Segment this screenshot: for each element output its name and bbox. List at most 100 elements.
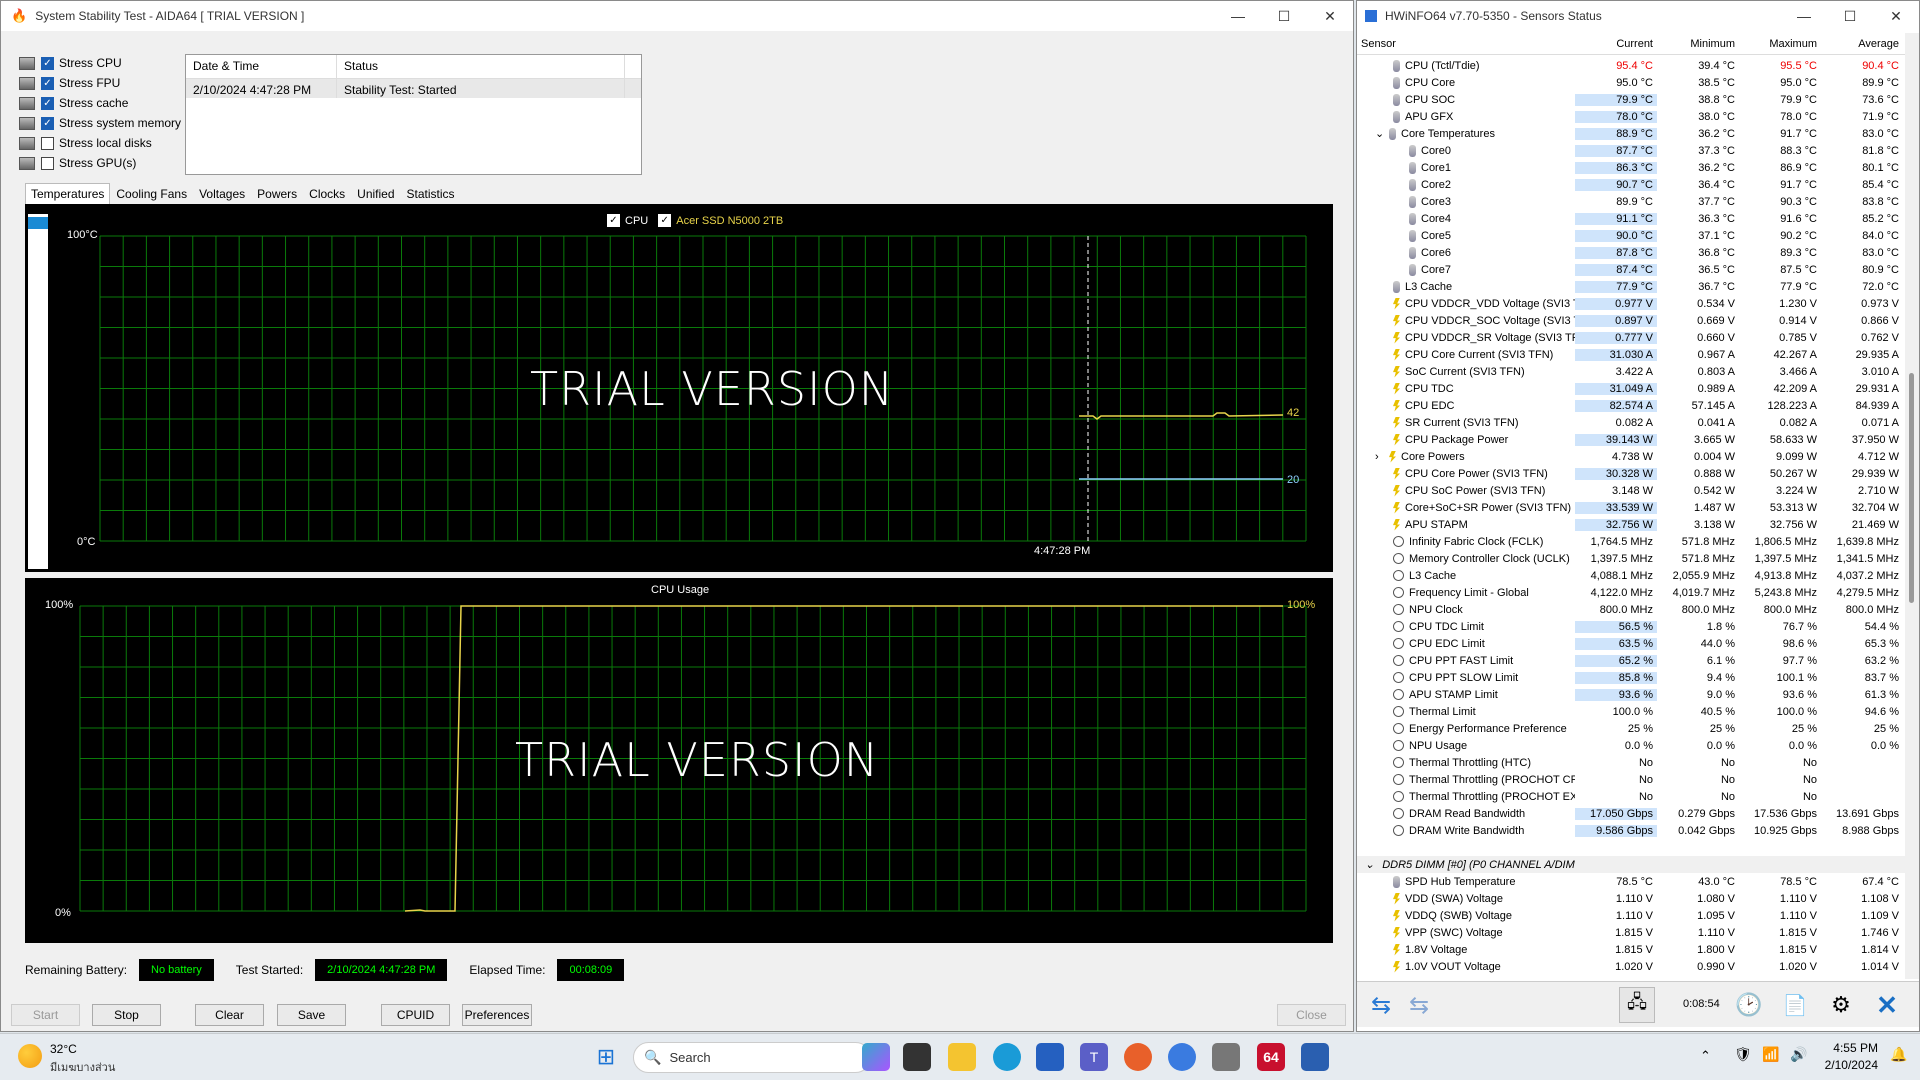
sensor-row[interactable]: APU GFX 78.0 °C 38.0 °C 78.0 °C 71.9 °C [1357,108,1907,125]
wifi-icon[interactable]: 📶 [1762,1046,1779,1063]
collapse-chevron-icon[interactable]: ⌄ [1375,127,1384,140]
hwinfo-taskbar-icon[interactable] [1301,1043,1329,1071]
expand-chevron-icon[interactable]: › [1375,451,1379,463]
stress-option[interactable]: Stress GPU(s) [19,153,181,173]
sensor-row[interactable]: CPU (Tctl/Tdie) 95.4 °C 39.4 °C 95.5 °C … [1357,57,1907,74]
exit-icon[interactable]: ✕ [1869,987,1905,1023]
col-status[interactable]: Status [337,55,625,78]
sensor-row[interactable] [1357,839,1907,856]
sensor-row[interactable]: VPP (SWC) Voltage 1.815 V 1.110 V 1.815 … [1357,924,1907,941]
sensor-row[interactable]: Core1 86.3 °C 36.2 °C 86.9 °C 80.1 °C [1357,159,1907,176]
store-icon[interactable] [1036,1043,1064,1071]
cpu-legend-checkbox[interactable]: ✓ [607,214,620,227]
copilot-icon[interactable] [862,1043,890,1071]
sensor-row[interactable]: Core6 87.8 °C 36.8 °C 89.3 °C 83.0 °C [1357,244,1907,261]
sensor-row[interactable]: CPU TDC 31.049 A 0.989 A 42.209 A 29.931… [1357,380,1907,397]
stress-checkbox[interactable]: ✓ [41,116,54,130]
network-icon[interactable]: 🖧 [1619,987,1655,1023]
col-current[interactable]: Current [1575,33,1657,54]
clock-time[interactable]: 4:55 PM [1832,1041,1878,1055]
sensor-row[interactable]: ⌄ Core Temperatures 88.9 °C 36.2 °C 91.7 … [1357,125,1907,142]
sensor-row[interactable]: CPU PPT FAST Limit 65.2 % 6.1 % 97.7 % 6… [1357,652,1907,669]
sensor-row[interactable]: Core2 90.7 °C 36.4 °C 91.7 °C 85.4 °C [1357,176,1907,193]
close-dialog-button[interactable]: Close [1277,1004,1346,1026]
sensor-row[interactable]: CPU VDDCR_SOC Voltage (SVI3 T... 0.897 V… [1357,312,1907,329]
app-icon[interactable] [1168,1043,1196,1071]
col-minimum[interactable]: Minimum [1657,33,1739,54]
tab-statistics[interactable]: Statistics [401,183,461,205]
close-button[interactable]: ✕ [1307,1,1353,31]
tab-unified[interactable]: Unified [351,183,400,205]
stress-option[interactable]: ✓ Stress cache [19,93,181,113]
minimize-button[interactable]: — [1215,1,1261,31]
taskbar-search[interactable]: 🔍 Search [633,1042,871,1073]
sensor-row[interactable]: Core4 91.1 °C 36.3 °C 91.6 °C 85.2 °C [1357,210,1907,227]
sensor-row[interactable]: SoC Current (SVI3 TFN) 3.422 A 0.803 A 3… [1357,363,1907,380]
sensor-row[interactable]: CPU SoC Power (SVI3 TFN) 3.148 W 0.542 W… [1357,482,1907,499]
sensor-row[interactable]: Thermal Limit 100.0 % 40.5 % 100.0 % 94.… [1357,703,1907,720]
sensor-row[interactable]: L3 Cache 77.9 °C 36.7 °C 77.9 °C 72.0 °C [1357,278,1907,295]
sensor-row[interactable]: CPU PPT SLOW Limit 85.8 % 9.4 % 100.1 % … [1357,669,1907,686]
settings-gear-icon[interactable]: ⚙ [1823,987,1859,1023]
clock-icon[interactable]: 🕑 [1731,987,1767,1023]
tab-voltages[interactable]: Voltages [193,183,251,205]
sensor-section-header[interactable]: ⌄ DDR5 DIMM [#0] (P0 CHANNEL A/DIMM 0) [1357,856,1907,873]
stress-option[interactable]: ✓ Stress system memory [19,113,181,133]
sensor-row[interactable]: Thermal Throttling (PROCHOT CPU) No No N… [1357,771,1907,788]
sensor-row[interactable]: CPU Core Power (SVI3 TFN) 30.328 W 0.888… [1357,465,1907,482]
wolf-app-icon[interactable] [1212,1043,1240,1071]
col-maximum[interactable]: Maximum [1739,33,1821,54]
stress-option[interactable]: ✓ Stress FPU [19,73,181,93]
windows-start-icon[interactable]: ⊞ [592,1043,620,1071]
tab-clocks[interactable]: Clocks [303,183,351,205]
tab-temperatures[interactable]: Temperatures [25,183,111,205]
sensor-row[interactable]: Core+SoC+SR Power (SVI3 TFN) 33.539 W 1.… [1357,499,1907,516]
notification-bell-icon[interactable]: 🔔 [1890,1046,1907,1063]
table-row[interactable]: 2/10/2024 4:47:28 PM Stability Test: Sta… [186,79,641,98]
edge-icon[interactable] [993,1043,1021,1071]
vertical-scrollbar[interactable] [1905,33,1919,979]
tray-chevron-icon[interactable]: ⌃ [1700,1048,1711,1064]
col-average[interactable]: Average [1821,33,1903,54]
stress-checkbox[interactable]: ✓ [41,76,54,90]
stress-checkbox[interactable] [41,156,54,170]
sensor-row[interactable]: CPU VDDCR_VDD Voltage (SVI3 T... 0.977 V… [1357,295,1907,312]
sensor-row[interactable]: CPU EDC Limit 63.5 % 44.0 % 98.6 % 65.3 … [1357,635,1907,652]
task-view-icon[interactable] [903,1043,931,1071]
sensor-row[interactable]: CPU SOC 79.9 °C 38.8 °C 79.9 °C 73.6 °C [1357,91,1907,108]
stress-option[interactable]: Stress local disks [19,133,181,153]
teams-icon[interactable]: T [1080,1043,1108,1071]
start-button[interactable]: Start [11,1004,80,1026]
clear-button[interactable]: Clear [195,1004,264,1026]
sensor-row[interactable]: 1.0V VOUT Voltage 1.020 V 0.990 V 1.020 … [1357,958,1907,975]
sensor-row[interactable]: Thermal Throttling (PROCHOT EXT) No No N… [1357,788,1907,805]
sensor-row[interactable]: Frequency Limit - Global 4,122.0 MHz 4,0… [1357,584,1907,601]
maximize-button[interactable]: ☐ [1827,1,1873,31]
save-button[interactable]: Save [277,1004,346,1026]
sensor-row[interactable]: DRAM Write Bandwidth 9.586 Gbps 0.042 Gb… [1357,822,1907,839]
sensor-row[interactable]: SPD Hub Temperature 78.5 °C 43.0 °C 78.5… [1357,873,1907,890]
tab-cooling-fans[interactable]: Cooling Fans [110,183,193,205]
close-button[interactable]: ✕ [1873,1,1919,31]
sensor-row[interactable]: VDD (SWA) Voltage 1.110 V 1.080 V 1.110 … [1357,890,1907,907]
sensor-row[interactable]: DRAM Read Bandwidth 17.050 Gbps 0.279 Gb… [1357,805,1907,822]
col-datetime[interactable]: Date & Time [186,55,337,78]
sensor-row[interactable]: NPU Usage 0.0 % 0.0 % 0.0 % 0.0 % [1357,737,1907,754]
sensor-row[interactable]: CPU TDC Limit 56.5 % 1.8 % 76.7 % 54.4 % [1357,618,1907,635]
sensor-row[interactable]: SR Current (SVI3 TFN) 0.082 A 0.041 A 0.… [1357,414,1907,431]
volume-icon[interactable]: 🔊 [1790,1046,1807,1063]
sensor-row[interactable]: Core0 87.7 °C 37.3 °C 88.3 °C 81.8 °C [1357,142,1907,159]
weather-temp[interactable]: 32°C [50,1042,77,1056]
tab-powers[interactable]: Powers [251,183,303,205]
stress-checkbox[interactable] [41,136,54,150]
minimize-button[interactable]: — [1781,1,1827,31]
collapse-arrows-icon[interactable]: ⇆ [1363,987,1399,1023]
stress-checkbox[interactable]: ✓ [41,96,54,110]
aida64-taskbar-icon[interactable]: 64 [1257,1043,1285,1071]
sensor-row[interactable]: NPU Clock 800.0 MHz 800.0 MHz 800.0 MHz … [1357,601,1907,618]
firefox-icon[interactable] [1124,1043,1152,1071]
network-status-icon[interactable]: 🛡 [1734,1046,1752,1063]
sensor-row[interactable]: 1.8V Voltage 1.815 V 1.800 V 1.815 V 1.8… [1357,941,1907,958]
sensor-row[interactable]: › Core Powers 4.738 W 0.004 W 9.099 W 4.7… [1357,448,1907,465]
stop-button[interactable]: Stop [92,1004,161,1026]
